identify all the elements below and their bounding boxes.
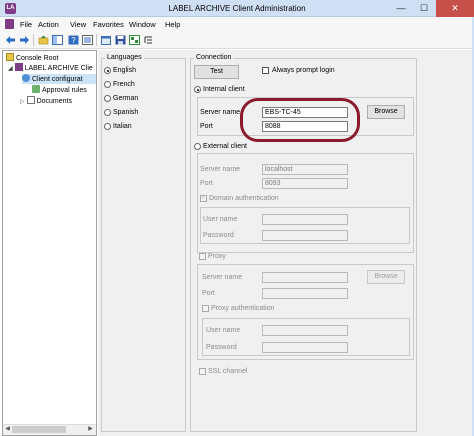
menu-view[interactable]: View xyxy=(70,20,86,29)
collapse-arrow-icon[interactable]: ◢ xyxy=(8,66,13,72)
folder-icon xyxy=(6,53,14,61)
server-name-label: Server name xyxy=(200,109,241,116)
radio-internal-client[interactable] xyxy=(194,86,201,93)
server-name-label: Server name xyxy=(200,166,241,173)
help-icon[interactable]: ? xyxy=(67,34,79,46)
tree-item-approval-rules[interactable]: Approval rules xyxy=(32,85,87,95)
tree-label: Client configurat xyxy=(32,76,83,83)
language-label: Italian xyxy=(113,123,132,130)
documents-icon xyxy=(26,96,35,104)
document-icon[interactable] xyxy=(5,19,14,29)
radio-german[interactable] xyxy=(104,95,111,102)
always-prompt-login-checkbox[interactable] xyxy=(262,67,269,74)
language-label: English xyxy=(113,67,136,74)
proxy-user-name-input[interactable] xyxy=(262,325,348,336)
save-icon[interactable] xyxy=(114,34,126,46)
label-archive-icon xyxy=(14,63,23,71)
radio-french[interactable] xyxy=(104,81,111,88)
always-prompt-login-label: Always prompt login xyxy=(272,67,335,74)
scroll-right-icon[interactable]: ▶ xyxy=(86,425,95,434)
proxy-label: Proxy xyxy=(208,253,226,260)
proxy-browse-button[interactable]: Browse xyxy=(367,270,405,284)
domain-user-name-input[interactable] xyxy=(262,214,348,225)
menu-help[interactable]: Help xyxy=(165,20,180,29)
new-window-icon[interactable] xyxy=(100,34,112,46)
language-label: French xyxy=(113,81,135,88)
up-folder-icon[interactable] xyxy=(37,34,49,46)
settings-icon xyxy=(22,74,30,82)
port-label: Port xyxy=(200,180,213,187)
back-arrow-icon[interactable] xyxy=(4,34,16,46)
external-port-input[interactable]: 8093 xyxy=(262,178,348,189)
console-tree xyxy=(2,50,97,436)
port-label: Port xyxy=(202,290,215,297)
forward-arrow-icon[interactable] xyxy=(18,34,30,46)
minimize-button[interactable]: — xyxy=(390,0,412,17)
external-server-name-input[interactable]: localhost xyxy=(262,164,348,175)
radio-italian[interactable] xyxy=(104,123,111,130)
tree-label: Console Root xyxy=(16,55,59,62)
internal-browse-button[interactable]: Browse xyxy=(367,105,405,119)
close-button[interactable]: ✕ xyxy=(436,0,474,17)
language-label: Spanish xyxy=(113,109,139,116)
tree-label: LABEL ARCHIVE Clie xyxy=(24,65,93,72)
user-name-label: User name xyxy=(206,327,241,334)
radio-spanish[interactable] xyxy=(104,109,111,116)
test-button[interactable]: Test xyxy=(194,65,239,79)
radio-english[interactable] xyxy=(104,67,111,74)
toolbar-separator xyxy=(33,34,34,46)
show-hide-tree-icon[interactable] xyxy=(51,34,63,46)
tree-item-console-root[interactable]: Console Root xyxy=(6,53,58,63)
internal-client-label: Internal client xyxy=(203,86,245,93)
tree-item-client-configuration[interactable]: Client configurat xyxy=(22,74,96,84)
rules-icon xyxy=(32,85,40,93)
server-name-label: Server name xyxy=(202,274,243,281)
domain-authentication-label: Domain authentication xyxy=(209,195,279,202)
toolbar-separator xyxy=(96,34,97,46)
language-label: German xyxy=(113,95,139,102)
port-label: Port xyxy=(200,123,213,130)
external-client-label: External client xyxy=(203,143,247,150)
languages-group-title: Languages xyxy=(105,54,144,62)
highlight-annotation xyxy=(240,98,360,142)
tree-item-app[interactable]: ◢ LABEL ARCHIVE Clie xyxy=(8,63,93,73)
proxy-server-name-input[interactable] xyxy=(262,272,348,283)
menu-file[interactable]: File xyxy=(20,20,32,29)
proxy-port-input[interactable] xyxy=(262,288,348,299)
svg-text:?: ? xyxy=(71,36,76,45)
radio-external-client[interactable] xyxy=(194,143,201,150)
scrollbar-thumb[interactable] xyxy=(12,426,66,433)
connection-group-title: Connection xyxy=(194,54,234,62)
scroll-left-icon[interactable]: ◀ xyxy=(3,425,12,434)
tree-item-documents[interactable]: ▷ Documents xyxy=(20,96,72,106)
proxy-authentication-checkbox[interactable] xyxy=(202,305,209,312)
domain-password-input[interactable] xyxy=(262,230,348,241)
tree-label: Documents xyxy=(36,98,72,105)
menu-action[interactable]: Action xyxy=(38,20,59,29)
proxy-password-input[interactable] xyxy=(262,342,348,353)
proxy-checkbox[interactable] xyxy=(199,253,206,260)
export-icon[interactable] xyxy=(128,34,140,46)
maximize-button[interactable]: ☐ xyxy=(413,0,435,17)
ssl-channel-label: SSL channel xyxy=(208,368,248,375)
menu-favorites[interactable]: Favorites xyxy=(93,20,124,29)
menu-window[interactable]: Window xyxy=(129,20,156,29)
tree-options-icon[interactable] xyxy=(142,34,154,46)
domain-authentication-checkbox[interactable]: ✓ xyxy=(200,195,207,202)
ssl-channel-checkbox[interactable] xyxy=(199,368,206,375)
expand-arrow-icon[interactable]: ▷ xyxy=(20,99,25,105)
password-label: Password xyxy=(206,344,237,351)
properties-icon[interactable] xyxy=(81,34,93,46)
tree-label: Approval rules xyxy=(42,87,87,94)
proxy-authentication-label: Proxy authentication xyxy=(211,305,275,312)
user-name-label: User name xyxy=(203,216,238,223)
password-label: Password xyxy=(203,232,234,239)
